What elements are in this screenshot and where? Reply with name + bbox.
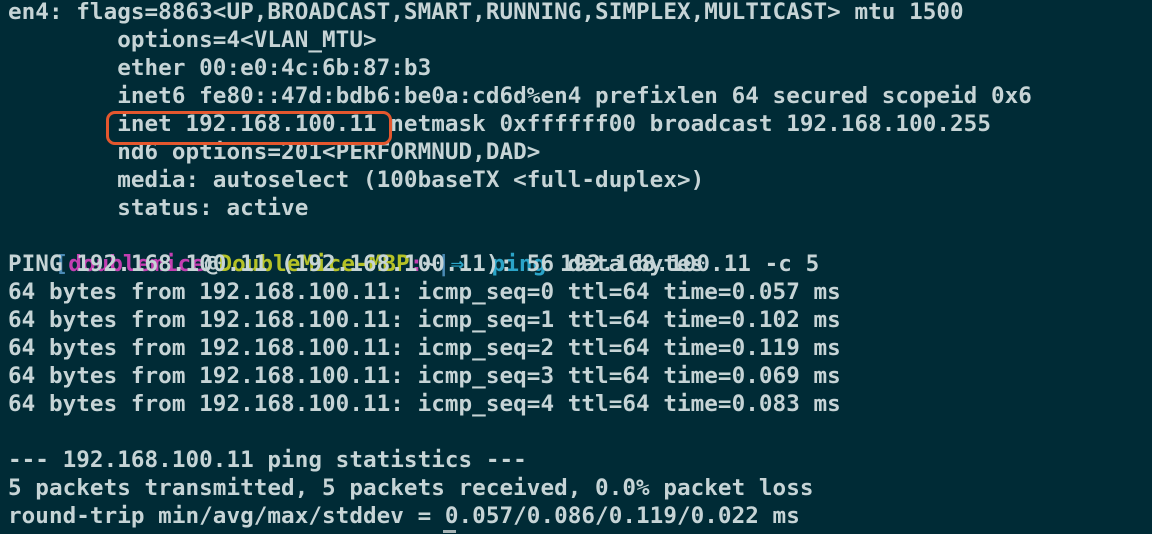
ping-output-line: 64 bytes from 192.168.100.11: icmp_seq=2… bbox=[8, 335, 841, 361]
ping-statistics-header: --- 192.168.100.11 ping statistics --- bbox=[8, 447, 527, 473]
terminal-window[interactable]: en4: flags=8863<UP,BROADCAST,SMART,RUNNI… bbox=[0, 0, 1152, 534]
ping-output-line: 64 bytes from 192.168.100.11: icmp_seq=1… bbox=[8, 307, 841, 333]
ifconfig-line: ether 00:e0:4c:6b:87:b3 bbox=[8, 55, 432, 81]
ifconfig-line: inet6 fe80::47d:bdb6:be0a:cd6d%en4 prefi… bbox=[8, 83, 1032, 109]
ping-output-line: 64 bytes from 192.168.100.11: icmp_seq=3… bbox=[8, 363, 841, 389]
ping-statistics-line: round-trip min/avg/max/stddev = 0.057/0.… bbox=[8, 503, 800, 529]
shell-prompt: [doublemice@DoubleMice-MBP:~|⇒ ping 192.… bbox=[0, 222, 820, 277]
ifconfig-line: status: active bbox=[8, 195, 309, 221]
ifconfig-line: options=4<VLAN_MTU> bbox=[8, 27, 377, 53]
inet-address-highlight-box bbox=[106, 111, 392, 145]
text-cursor bbox=[443, 530, 456, 533]
ping-statistics-line: 5 packets transmitted, 5 packets receive… bbox=[8, 475, 814, 501]
ping-output-line: 64 bytes from 192.168.100.11: icmp_seq=4… bbox=[8, 391, 841, 417]
ping-output-line: 64 bytes from 192.168.100.11: icmp_seq=0… bbox=[8, 279, 841, 305]
ping-output-line: PING 192.168.100.11 (192.168.100.11): 56… bbox=[8, 251, 705, 277]
ifconfig-line: media: autoselect (100baseTX <full-duple… bbox=[8, 167, 705, 193]
ifconfig-line: en4: flags=8863<UP,BROADCAST,SMART,RUNNI… bbox=[8, 0, 964, 25]
